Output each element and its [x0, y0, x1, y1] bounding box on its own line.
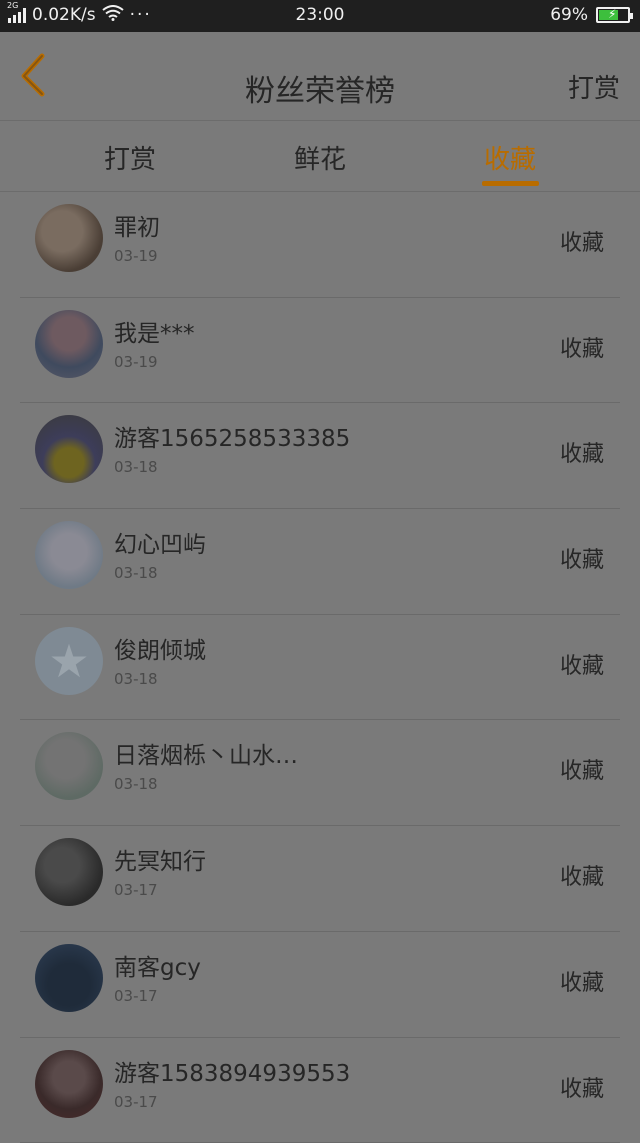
action-label: 收藏	[560, 859, 604, 891]
item-date: 03-18	[114, 458, 158, 476]
list-item[interactable]: 幻心凹屿 03-18 收藏	[0, 509, 640, 615]
active-tab-indicator	[482, 181, 539, 186]
user-name: 游客1583894939553	[114, 1054, 350, 1088]
avatar[interactable]	[35, 944, 103, 1012]
status-right: 69% ⚡	[550, 5, 630, 25]
item-date: 03-17	[114, 881, 158, 899]
fans-list: 罪初 03-19 收藏 我是*** 03-19 收藏 游客15652585333…	[0, 192, 640, 1143]
item-date: 03-19	[114, 353, 158, 371]
list-item[interactable]: 游客1583894939553 03-17 收藏	[0, 1038, 640, 1143]
battery-percent: 69%	[550, 5, 588, 25]
item-date: 03-17	[114, 1093, 158, 1111]
item-date: 03-18	[114, 775, 158, 793]
list-item[interactable]: 先冥知行 03-17 收藏	[0, 826, 640, 932]
default-avatar-star-icon: ★	[48, 638, 89, 684]
list-item[interactable]: 游客1565258533385 03-18 收藏	[0, 403, 640, 509]
list-item[interactable]: ★ 俊朗倾城 03-18 收藏	[0, 615, 640, 721]
avatar[interactable]	[35, 415, 103, 483]
avatar[interactable]	[35, 204, 103, 272]
user-name: 我是***	[114, 314, 195, 348]
status-bar: 2G 0.02K/s ··· 23:00 69% ⚡	[0, 0, 640, 32]
action-label: 收藏	[560, 648, 604, 680]
avatar[interactable]	[35, 732, 103, 800]
action-label: 收藏	[560, 436, 604, 468]
tab-reward[interactable]: 打赏	[70, 139, 190, 176]
item-date: 03-18	[114, 670, 158, 688]
avatar[interactable]	[35, 1050, 103, 1118]
user-name: 俊朗倾城	[114, 631, 206, 665]
list-item[interactable]: 南客gcy 03-17 收藏	[0, 932, 640, 1038]
battery-icon: ⚡	[596, 7, 630, 23]
list-item[interactable]: 罪初 03-19 收藏	[0, 192, 640, 298]
action-label: 收藏	[560, 331, 604, 363]
reward-button[interactable]: 打赏	[568, 68, 620, 105]
action-label: 收藏	[560, 542, 604, 574]
action-label: 收藏	[560, 225, 604, 257]
tab-bar: 打赏 鲜花 收藏	[0, 121, 640, 192]
tab-flowers[interactable]: 鲜花	[260, 139, 380, 176]
item-date: 03-17	[114, 987, 158, 1005]
item-date: 03-18	[114, 564, 158, 582]
user-name: 日落烟栎丶山水…	[114, 736, 298, 770]
page-title: 粉丝荣誉榜	[0, 66, 640, 110]
user-name: 南客gcy	[114, 948, 201, 982]
avatar[interactable]: ★	[35, 627, 103, 695]
list-item[interactable]: 日落烟栎丶山水… 03-18 收藏	[0, 720, 640, 826]
avatar[interactable]	[35, 521, 103, 589]
user-name: 幻心凹屿	[114, 525, 206, 559]
action-label: 收藏	[560, 1071, 604, 1103]
user-name: 罪初	[114, 208, 160, 242]
list-item[interactable]: 我是*** 03-19 收藏	[0, 298, 640, 404]
avatar[interactable]	[35, 310, 103, 378]
item-date: 03-19	[114, 247, 158, 265]
tab-favorites[interactable]: 收藏	[450, 139, 570, 176]
user-name: 先冥知行	[114, 842, 206, 876]
action-label: 收藏	[560, 753, 604, 785]
charging-icon: ⚡	[608, 7, 616, 21]
app-header: 粉丝荣誉榜 打赏	[0, 32, 640, 121]
avatar[interactable]	[35, 838, 103, 906]
clock: 23:00	[0, 5, 640, 25]
action-label: 收藏	[560, 965, 604, 997]
user-name: 游客1565258533385	[114, 419, 350, 453]
